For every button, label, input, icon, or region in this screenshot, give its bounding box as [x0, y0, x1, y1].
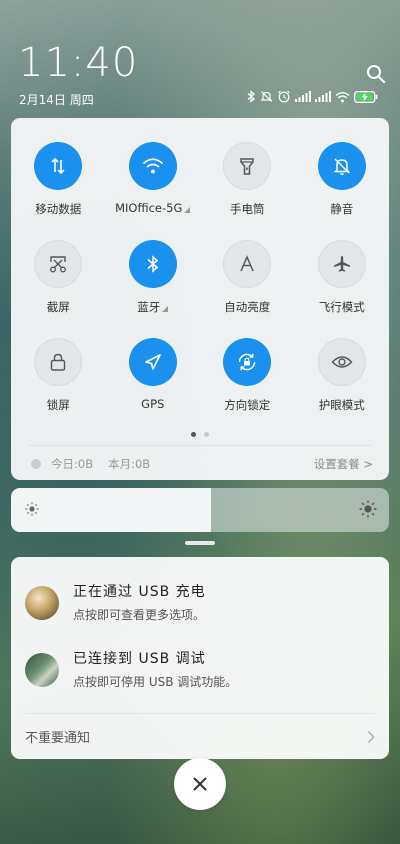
wifi-icon	[335, 91, 350, 102]
battery-charging-icon	[354, 90, 378, 103]
drag-handle[interactable]	[185, 541, 215, 545]
notification-usb-debugging[interactable]: 已连接到 USB 调试 点按即可停用 USB 调试功能。	[25, 648, 375, 690]
tile-toggle[interactable]	[34, 142, 83, 190]
unimportant-notifications-row[interactable]: 不重要通知	[25, 727, 375, 746]
tile-toggle[interactable]	[317, 338, 366, 386]
tile-label: 静音	[330, 202, 354, 216]
quick-settings-grid: 移动数据 MIOffice-5G 手电筒 静音 截屏 蓝牙 自动亮度 飞行模式 …	[11, 142, 389, 416]
quick-settings-panel: 移动数据 MIOffice-5G 手电筒 静音 截屏 蓝牙 自动亮度 飞行模式 …	[11, 118, 389, 480]
tile-label: 手电筒	[230, 202, 265, 216]
alarm-icon	[278, 90, 290, 103]
app-icon	[25, 586, 59, 620]
status-header: 11:40 2月14日 周四	[0, 0, 400, 115]
screenshot-icon	[50, 256, 67, 273]
clock[interactable]: 11:40	[18, 40, 138, 86]
brightness-fill	[11, 488, 212, 532]
tile-mute[interactable]: 静音	[295, 142, 390, 220]
chevron-right-icon	[367, 730, 375, 743]
tile-toggle[interactable]	[223, 338, 272, 386]
tile-label: 蓝牙	[137, 299, 169, 315]
lock-icon	[51, 353, 66, 371]
notification-subtitle: 点按即可查看更多选项。	[73, 608, 206, 622]
wifi-icon	[142, 158, 163, 174]
tile-flashlight[interactable]: 手电筒	[200, 142, 295, 220]
expand-menu-icon[interactable]	[162, 306, 169, 312]
eye-icon	[331, 356, 353, 368]
tile-label: 护眼模式	[318, 398, 365, 412]
data-month: 本月:0B	[108, 457, 151, 471]
mute-icon	[260, 91, 273, 102]
tile-toggle[interactable]	[34, 338, 83, 386]
tile-auto-brightness[interactable]: 自动亮度	[200, 240, 295, 318]
tile-label: GPS	[141, 397, 165, 411]
tile-toggle[interactable]	[317, 240, 366, 288]
clear-all-button[interactable]	[174, 758, 226, 810]
tile-label: 飞行模式	[318, 300, 365, 314]
notification-title: 正在通过 USB 充电	[73, 584, 206, 600]
tile-label: 锁屏	[46, 398, 70, 412]
app-icon	[25, 653, 59, 687]
tile-label: 截屏	[46, 300, 70, 314]
tile-bluetooth[interactable]: 蓝牙	[106, 240, 201, 318]
divider	[25, 713, 375, 714]
tile-toggle[interactable]	[128, 142, 177, 190]
data-usage-icon	[31, 459, 41, 469]
tile-eye-protection[interactable]: 护眼模式	[295, 338, 390, 416]
notification-text: 正在通过 USB 充电 点按即可查看更多选项。	[73, 581, 206, 623]
data-plan-settings-link[interactable]: 设置套餐 >	[314, 456, 373, 472]
notification-text: 已连接到 USB 调试 点按即可停用 USB 调试功能。	[73, 648, 237, 690]
data-usage-row: 今日:0B 本月:0B 设置套餐 >	[31, 456, 373, 472]
tile-label: MIOffice-5G	[115, 201, 191, 215]
search-icon[interactable]	[366, 64, 386, 84]
page-dot	[204, 432, 209, 437]
notification-usb-charging[interactable]: 正在通过 USB 充电 点按即可查看更多选项。	[25, 581, 375, 623]
tile-wifi[interactable]: MIOffice-5G	[106, 142, 201, 220]
tile-toggle[interactable]	[128, 240, 177, 288]
expand-menu-icon[interactable]	[184, 207, 191, 213]
system-icons	[246, 90, 378, 103]
airplane-icon	[333, 256, 350, 272]
page-dot-active	[191, 432, 196, 437]
mute-icon	[333, 158, 351, 175]
tile-toggle[interactable]	[223, 142, 272, 190]
brightness-high-icon	[359, 500, 377, 518]
close-icon	[193, 777, 207, 791]
tile-gps[interactable]: GPS	[106, 338, 201, 416]
brightness-slider[interactable]	[11, 488, 389, 532]
bluetooth-icon	[247, 90, 255, 103]
tile-toggle[interactable]	[34, 240, 83, 288]
signal-icon	[315, 91, 331, 102]
mobile-data-icon	[51, 157, 65, 175]
flashlight-icon	[240, 158, 254, 175]
rotation-lock-icon	[238, 353, 256, 371]
tile-label: 移动数据	[35, 202, 82, 216]
tile-mobile-data[interactable]: 移动数据	[11, 142, 106, 220]
notification-subtitle: 点按即可停用 USB 调试功能。	[73, 675, 238, 689]
page-indicator	[11, 432, 389, 437]
tile-label: 自动亮度	[224, 300, 271, 314]
date[interactable]: 2月14日 周四	[19, 91, 94, 108]
tile-toggle[interactable]	[223, 240, 272, 288]
notification-card: 正在通过 USB 充电 点按即可查看更多选项。 已连接到 USB 调试 点按即可…	[11, 557, 389, 759]
gps-icon	[144, 354, 161, 370]
brightness-low-icon	[25, 502, 39, 516]
tile-toggle[interactable]	[128, 338, 177, 386]
tile-screenshot[interactable]: 截屏	[11, 240, 106, 318]
data-today: 今日:0B	[51, 457, 94, 471]
notification-title: 已连接到 USB 调试	[73, 651, 206, 667]
unimportant-notifications-label: 不重要通知	[25, 731, 91, 746]
tile-rotation-lock[interactable]: 方向锁定	[200, 338, 295, 416]
auto-brightness-icon	[240, 255, 254, 272]
tile-lock-screen[interactable]: 锁屏	[11, 338, 106, 416]
signal-icon	[295, 91, 311, 102]
tile-toggle[interactable]	[317, 142, 366, 190]
divider	[29, 445, 371, 446]
bluetooth-icon	[147, 255, 158, 273]
tile-airplane-mode[interactable]: 飞行模式	[295, 240, 390, 318]
tile-label: 方向锁定	[224, 398, 271, 412]
